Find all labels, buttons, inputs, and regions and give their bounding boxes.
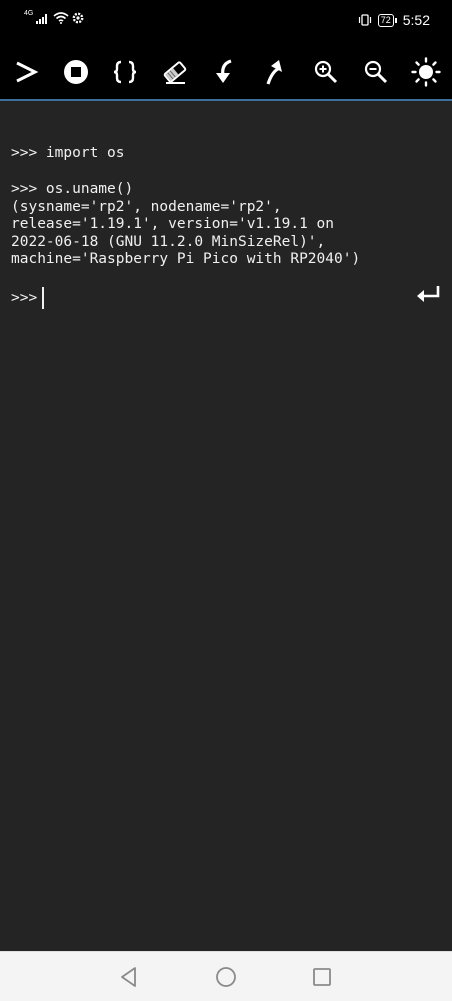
enter-icon [417,286,440,302]
vibrate-icon [358,14,371,26]
braces-icon [113,60,137,84]
home-button[interactable] [214,965,238,989]
brightness-button[interactable] [411,57,441,87]
input-prompt[interactable]: >>> [11,287,45,309]
stop-button[interactable] [61,57,91,87]
network-type: 4G [24,9,34,17]
console-output-block: >>> os.uname() (sysname='rp2', nodename=… [11,181,361,267]
download-icon [216,59,232,83]
zoom-out-button[interactable] [361,57,391,87]
upload-button[interactable] [261,57,291,87]
system-nav-bar [0,951,452,1001]
recents-button[interactable] [310,965,334,989]
clear-button[interactable] [160,57,190,87]
enter-button[interactable] [416,282,442,306]
text-cursor [42,287,45,309]
code-block-button[interactable] [110,57,140,87]
zoom-in-icon [314,60,338,84]
console-output-line: >>> import os [11,145,125,161]
status-left: 4G [24,9,84,24]
home-circle-icon [216,967,236,987]
back-button[interactable] [117,965,141,989]
back-triangle-icon [121,967,136,987]
upload-icon [266,60,282,85]
eraser-icon [163,61,187,84]
status-right: 72 5:52 [358,12,430,28]
zoom-out-icon [364,60,388,84]
stop-icon [64,60,88,84]
run-button[interactable] [11,57,41,87]
settings-gear-icon [72,12,84,24]
zoom-in-button[interactable] [311,57,341,87]
toolbar [0,44,452,101]
battery-indicator: 72 [377,13,397,27]
wifi-icon [53,12,69,24]
recents-square-icon [313,968,331,986]
signal-icon [36,14,48,24]
prompt-marker: >>> [11,290,38,306]
download-button[interactable] [210,57,240,87]
run-icon [16,61,39,83]
repl-console[interactable]: >>> import os >>> os.uname() (sysname='r… [0,101,452,951]
brightness-icon [411,57,441,87]
clock: 5:52 [402,12,430,28]
status-bar: 4G 72 5:52 [0,0,452,44]
